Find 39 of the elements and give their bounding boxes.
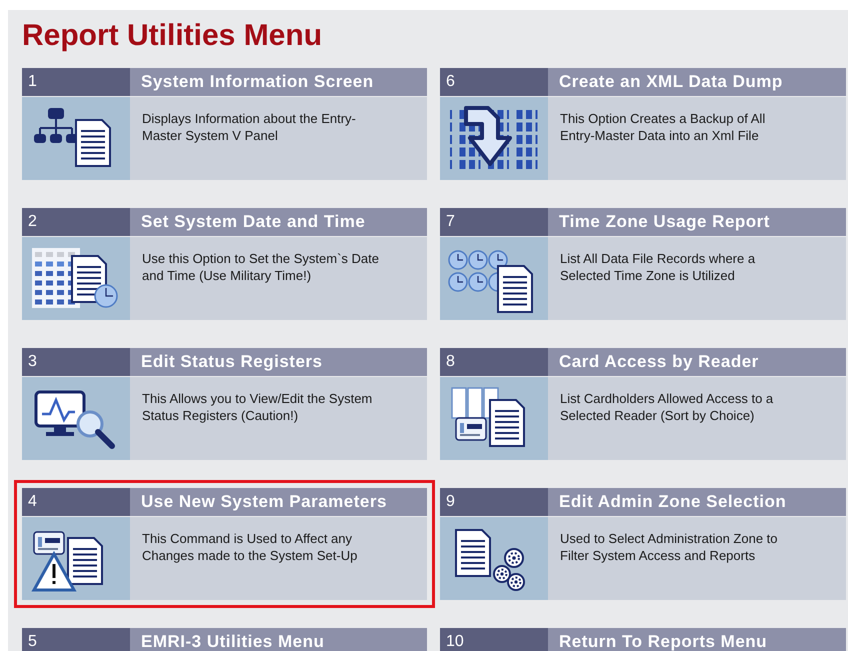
tile-number: 6 [440,68,548,96]
menu-tile[interactable]: 6 Create an XML Data Dump This Option Creates a Backup of All Entry-Master Data into an Xml File [432,60,848,188]
tile-title: Edit Admin Zone Selection [548,488,846,516]
tile-title: Set System Date and Time [130,208,427,236]
tile-description: This Option Creates a Backup of All Entry-Master Data into an Xml File [560,110,766,144]
tile-title: Return To Reports Menu [548,628,846,651]
menu-tile[interactable]: 7 Time Zone Usage Report List All Data File Records where a Selected Time Zone is Utilized [432,200,848,328]
tile-description: Displays Information about the Entry-Master System V Panel [142,110,357,144]
tile-description: Used to Select Administration Zone to Filter System Access and Reports [560,530,779,564]
page-title: Report Utilities Menu [22,18,324,54]
menu-tile[interactable]: 10 Return To Reports Menu [432,620,848,651]
tile-number: 3 [22,348,130,376]
menu-tile[interactable]: 3 Edit Status Registers This Allows you to View/Edit the System Status Registers (Caution!) [14,340,435,468]
menu-tile[interactable]: 2 Set System Date and Time Use this Option to Set the System`s Date and Time (Use Military Time!) [14,200,435,328]
menu-tile[interactable]: 1 System Information Screen Displays Information about the Entry-Master System V Panel [14,60,435,188]
tile-description: List Cardholders Allowed Access to a Selected Reader (Sort by Choice) [560,390,774,424]
tile-title: Time Zone Usage Report [548,208,846,236]
tile-title: Create an XML Data Dump [548,68,846,96]
tile-title: System Information Screen [130,68,427,96]
tile-description: Use this Option to Set the System`s Date and Time (Use Military Time!) [142,250,380,284]
menu-tile[interactable]: 8 Card Access by Reader List Cardholders Allowed Access to a Selected Reader (Sort by Choice) [432,340,848,468]
tile-number: 2 [22,208,130,236]
tile-number: 1 [22,68,130,96]
menu-tile[interactable]: 9 Edit Admin Zone Selection Used to Select Administration Zone to Filter System Access and Reports [432,480,848,608]
tile-title: Use New System Parameters [130,488,427,516]
menu-tile[interactable]: 5 EMRI-3 Utilities Menu [14,620,435,651]
tile-description: This Allows you to View/Edit the System Status Registers (Caution!) [142,390,374,424]
tile-number: 7 [440,208,548,236]
tile-title: Edit Status Registers [130,348,427,376]
tile-number: 8 [440,348,548,376]
tile-number: 4 [22,488,130,516]
tile-number: 9 [440,488,548,516]
tile-number: 5 [22,628,130,651]
tile-title: EMRI-3 Utilities Menu [130,628,427,651]
menu-tile[interactable]: 4 Use New System Parameters This Command is Used to Affect any Changes made to the System Set-Up [14,480,435,608]
tile-description: This Command is Used to Affect any Changes made to the System Set-Up [142,530,358,564]
tile-title: Card Access by Reader [548,348,846,376]
tile-description: List All Data File Records where a Selected Time Zone is Utilized [560,250,756,284]
tile-number: 10 [440,628,548,651]
